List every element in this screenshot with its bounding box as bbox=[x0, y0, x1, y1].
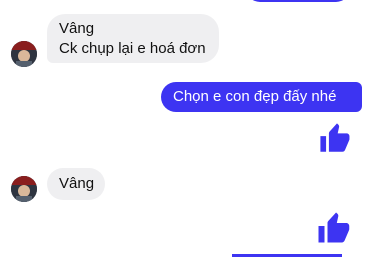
thumbs-up-icon bbox=[320, 123, 350, 152]
contact-avatar[interactable] bbox=[11, 41, 37, 67]
message-text-line: Ck chụp lại e hoá đơn bbox=[59, 40, 206, 57]
message-text: Vâng bbox=[59, 175, 95, 192]
outgoing-message-bubble[interactable]: Chọn e con đẹp đấy nhé bbox=[161, 82, 362, 112]
incoming-message-bubble[interactable]: Vâng bbox=[47, 168, 105, 200]
avatar-photo-icon bbox=[11, 41, 37, 67]
contact-avatar[interactable] bbox=[11, 176, 37, 202]
message-text-line: Vâng bbox=[59, 20, 95, 37]
avatar-photo-icon bbox=[11, 176, 37, 202]
sent-like-message[interactable] bbox=[317, 211, 353, 252]
cropped-outgoing-bubble bbox=[246, 0, 350, 2]
message-text: Chọn e con đẹp đấy nhé bbox=[173, 88, 337, 105]
incoming-message-bubble[interactable]: Vâng Ck chụp lại e hoá đơn bbox=[47, 14, 219, 63]
sent-like-message[interactable] bbox=[319, 122, 353, 161]
thumbs-up-icon bbox=[318, 212, 350, 243]
